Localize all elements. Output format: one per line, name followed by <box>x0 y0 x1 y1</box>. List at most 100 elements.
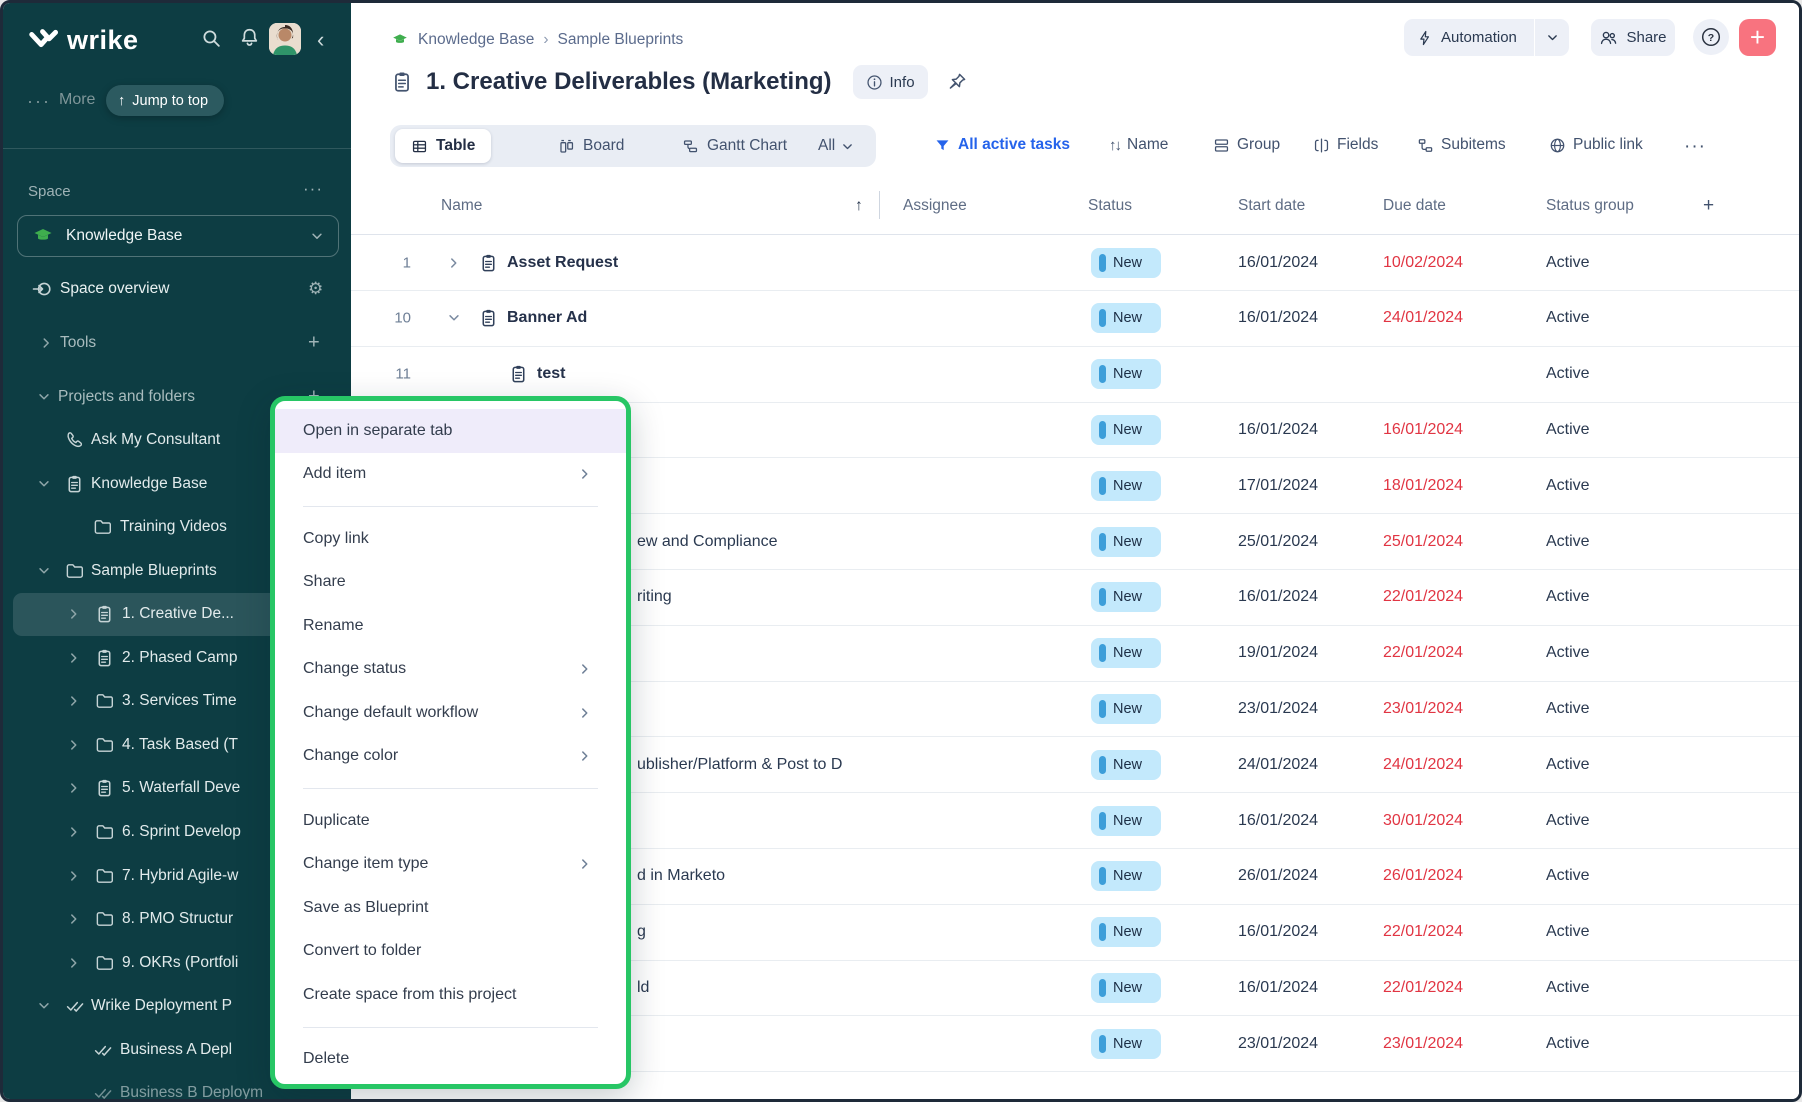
public-link-button[interactable]: Public link <box>1549 136 1643 154</box>
chevron-right-icon[interactable] <box>67 607 81 621</box>
tab-gantt-chart[interactable]: Gantt Chart <box>682 137 787 155</box>
status-group[interactable]: Active <box>1546 867 1590 885</box>
status-badge[interactable]: New <box>1091 750 1161 780</box>
tab-table[interactable]: Table <box>395 129 491 163</box>
task-name[interactable]: test <box>537 365 565 383</box>
status-badge[interactable]: New <box>1091 303 1161 333</box>
start-date[interactable]: 16/01/2024 <box>1238 421 1318 439</box>
status-group[interactable]: Active <box>1546 533 1590 551</box>
status-group[interactable]: Active <box>1546 309 1590 327</box>
menu-item-change-default-workflow[interactable]: Change default workflow <box>275 691 626 735</box>
chevron-down-icon[interactable] <box>37 477 51 491</box>
chevron-right-icon[interactable] <box>67 825 81 839</box>
column-header-status-group[interactable]: Status group <box>1546 195 1634 217</box>
breadcrumb-space[interactable]: Knowledge Base <box>418 31 534 49</box>
add-tool-icon[interactable]: + <box>308 332 320 355</box>
column-header-assignee[interactable]: Assignee <box>903 195 967 217</box>
column-header-status[interactable]: Status <box>1088 195 1132 217</box>
start-date[interactable]: 23/01/2024 <box>1238 700 1318 718</box>
due-date[interactable]: 23/01/2024 <box>1383 700 1463 718</box>
menu-item-add-item[interactable]: Add item <box>275 453 626 497</box>
table-row[interactable]: 11testNewActive <box>351 347 1802 403</box>
status-group[interactable]: Active <box>1546 1035 1590 1053</box>
status-badge[interactable]: New <box>1091 694 1161 724</box>
more-ellipsis-icon[interactable]: ··· <box>27 91 51 112</box>
start-date[interactable]: 25/01/2024 <box>1238 533 1318 551</box>
status-badge[interactable]: New <box>1091 415 1161 445</box>
breadcrumb-folder[interactable]: Sample Blueprints <box>558 31 684 49</box>
task-name-fragment[interactable]: ld <box>637 979 649 997</box>
collapse-row-icon[interactable] <box>447 311 461 325</box>
menu-item-copy-link[interactable]: Copy link <box>275 517 626 561</box>
fields-button[interactable]: Fields <box>1313 136 1378 154</box>
menu-item-change-status[interactable]: Change status <box>275 648 626 692</box>
chevron-down-icon[interactable] <box>37 564 51 578</box>
info-button[interactable]: Info <box>853 65 928 99</box>
status-group[interactable]: Active <box>1546 254 1590 272</box>
pin-icon[interactable] <box>947 72 967 92</box>
status-group[interactable]: Active <box>1546 700 1590 718</box>
status-group[interactable]: Active <box>1546 756 1590 774</box>
menu-item-convert-to-folder[interactable]: Convert to folder <box>275 930 626 974</box>
start-date[interactable]: 16/01/2024 <box>1238 254 1318 272</box>
collapse-sidebar-icon[interactable]: ‹ <box>317 27 324 53</box>
expand-row-icon[interactable] <box>447 256 461 270</box>
help-button[interactable]: ? <box>1693 19 1729 55</box>
user-avatar[interactable] <box>269 23 301 55</box>
group-button[interactable]: Group <box>1213 136 1280 154</box>
menu-item-create-space-from-this-project[interactable]: Create space from this project <box>275 973 626 1017</box>
sort-by-name[interactable]: ↑↓ Name <box>1109 136 1168 154</box>
due-date[interactable]: 22/01/2024 <box>1383 644 1463 662</box>
menu-item-duplicate[interactable]: Duplicate <box>275 799 626 843</box>
task-name-fragment[interactable]: riting <box>637 588 672 606</box>
status-group[interactable]: Active <box>1546 365 1590 383</box>
table-row[interactable]: 10Banner AdNew16/01/202424/01/2024Active <box>351 291 1802 347</box>
due-date[interactable]: 16/01/2024 <box>1383 421 1463 439</box>
view-scope-dropdown[interactable]: All <box>818 137 854 155</box>
chevron-right-icon[interactable] <box>67 651 81 665</box>
start-date[interactable]: 16/01/2024 <box>1238 979 1318 997</box>
chevron-right-icon[interactable] <box>67 738 81 752</box>
sidebar-item-space-overview[interactable]: Space overview ⚙ <box>3 269 351 309</box>
menu-item-change-color[interactable]: Change color <box>275 735 626 779</box>
space-options-icon[interactable]: ··· <box>303 179 323 199</box>
toolbar-more-icon[interactable]: ··· <box>1684 136 1706 158</box>
status-badge[interactable]: New <box>1091 861 1161 891</box>
start-date[interactable]: 23/01/2024 <box>1238 1035 1318 1053</box>
menu-item-open-in-separate-tab[interactable]: Open in separate tab <box>275 409 626 453</box>
menu-item-delete[interactable]: Delete <box>275 1038 626 1082</box>
add-column-icon[interactable]: + <box>1703 195 1714 217</box>
menu-item-change-item-type[interactable]: Change item type <box>275 843 626 887</box>
task-name[interactable]: Asset Request <box>507 254 618 272</box>
task-name-fragment[interactable]: ublisher/Platform & Post to D <box>637 756 842 774</box>
table-row[interactable]: 1Asset RequestNew16/01/202410/02/2024Act… <box>351 235 1802 291</box>
menu-item-share[interactable]: Share <box>275 561 626 605</box>
status-badge[interactable]: New <box>1091 527 1161 557</box>
share-button[interactable]: Share <box>1591 19 1675 56</box>
filter-active-tasks[interactable]: All active tasks <box>934 136 1070 154</box>
start-date[interactable]: 16/01/2024 <box>1238 309 1318 327</box>
start-date[interactable]: 26/01/2024 <box>1238 867 1318 885</box>
status-badge[interactable]: New <box>1091 471 1161 501</box>
sidebar-item-tools[interactable]: Tools + <box>3 323 351 363</box>
chevron-down-icon[interactable] <box>37 390 51 404</box>
more-label[interactable]: More <box>59 91 95 109</box>
task-name-fragment[interactable]: d in Marketo <box>637 867 725 885</box>
status-badge[interactable]: New <box>1091 1029 1161 1059</box>
chevron-right-icon[interactable] <box>67 956 81 970</box>
column-header-due-date[interactable]: Due date <box>1383 195 1446 217</box>
space-selector[interactable]: Knowledge Base <box>17 215 339 257</box>
due-date[interactable]: 18/01/2024 <box>1383 477 1463 495</box>
add-new-button[interactable]: + <box>1739 19 1776 56</box>
sort-ascending-icon[interactable]: ↑ <box>855 195 863 217</box>
due-date[interactable]: 22/01/2024 <box>1383 923 1463 941</box>
task-name-fragment[interactable]: ew and Compliance <box>637 533 778 551</box>
chevron-right-icon[interactable] <box>67 912 81 926</box>
search-icon[interactable] <box>201 28 222 49</box>
space-settings-gear-icon[interactable]: ⚙ <box>308 279 323 299</box>
start-date[interactable]: 17/01/2024 <box>1238 477 1318 495</box>
start-date[interactable]: 19/01/2024 <box>1238 644 1318 662</box>
automation-button[interactable]: Automation <box>1404 19 1569 56</box>
jump-to-top-button[interactable]: ↑ Jump to top <box>106 85 224 116</box>
due-date[interactable]: 25/01/2024 <box>1383 533 1463 551</box>
